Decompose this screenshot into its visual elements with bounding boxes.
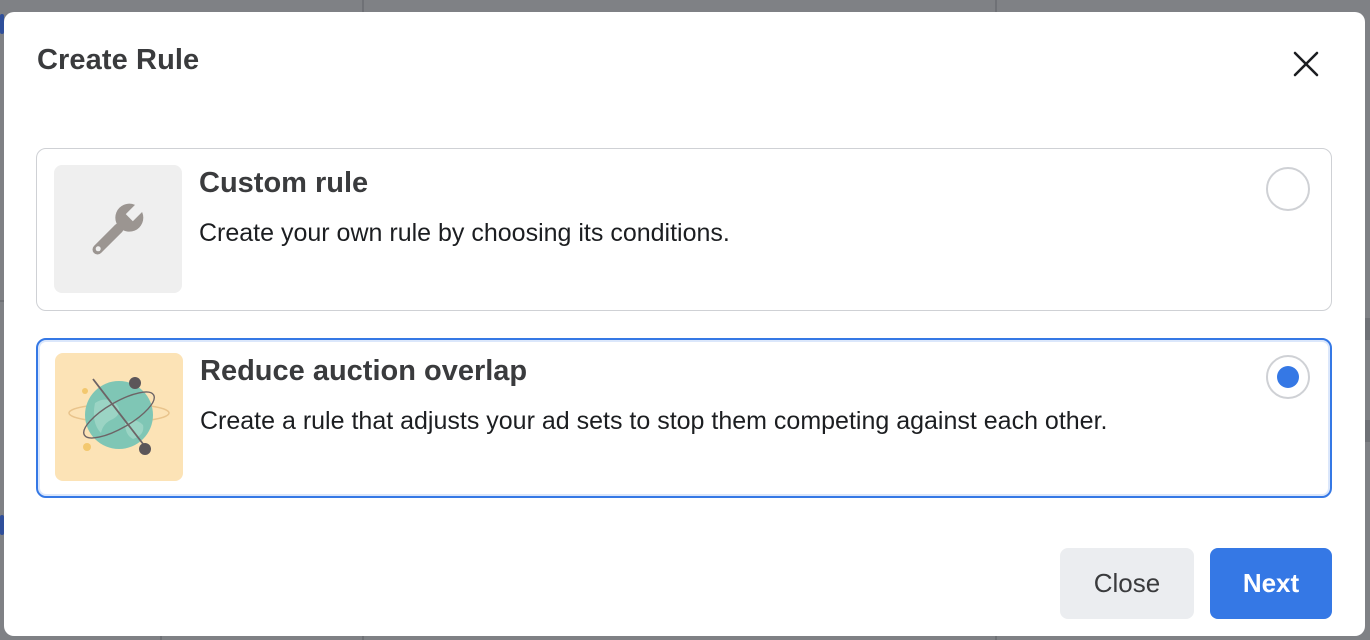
wrench-icon bbox=[54, 165, 182, 293]
radio-selected-dot bbox=[1277, 366, 1299, 388]
background-fragment bbox=[1365, 318, 1370, 340]
globe-orbit-icon bbox=[55, 353, 183, 481]
option-description: Create your own rule by choosing its con… bbox=[199, 219, 730, 247]
option-custom-rule[interactable]: Custom rule Create your own rule by choo… bbox=[36, 148, 1332, 311]
option-reduce-auction-overlap[interactable]: Reduce auction overlap Create a rule tha… bbox=[36, 338, 1332, 498]
close-button[interactable]: Close bbox=[1060, 548, 1194, 619]
option-title: Custom rule bbox=[199, 167, 369, 199]
option-title: Reduce auction overlap bbox=[200, 355, 528, 387]
create-rule-dialog: Create Rule Custom rule Create your own … bbox=[4, 12, 1365, 636]
option-description: Create a rule that adjusts your ad sets … bbox=[200, 407, 1108, 435]
radio-custom-rule[interactable] bbox=[1266, 167, 1310, 211]
next-button[interactable]: Next bbox=[1210, 548, 1332, 619]
radio-reduce-auction-overlap[interactable] bbox=[1266, 355, 1310, 399]
close-icon[interactable] bbox=[1286, 44, 1326, 84]
dialog-title: Create Rule bbox=[37, 44, 200, 76]
background-fragment bbox=[1365, 420, 1370, 442]
